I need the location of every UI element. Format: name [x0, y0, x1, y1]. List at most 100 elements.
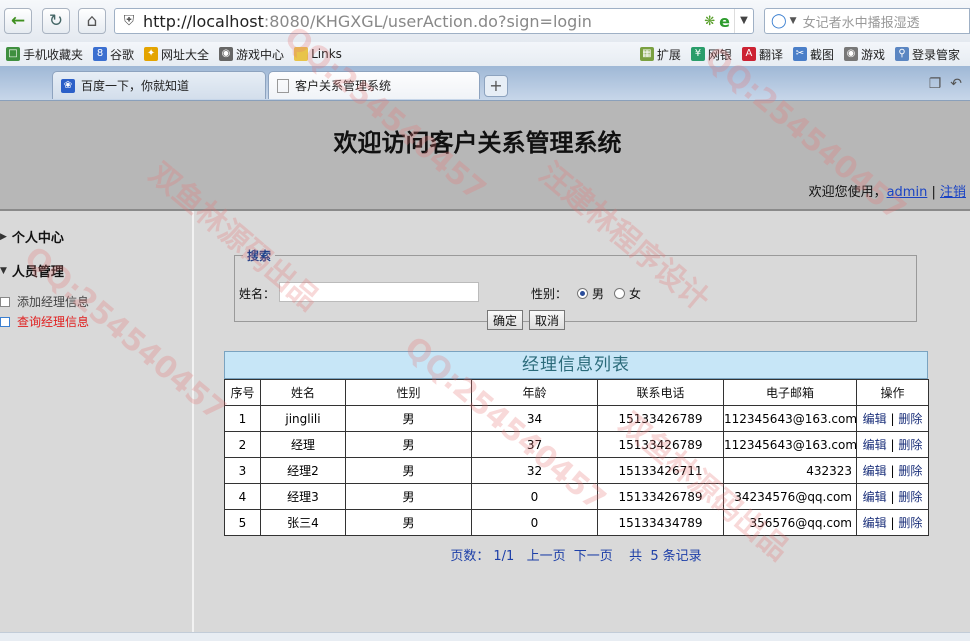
new-tab-button[interactable]: +: [484, 75, 508, 97]
total-prefix: 共: [629, 549, 643, 564]
shield-icon: ⛨: [123, 13, 135, 29]
separator: |: [931, 185, 936, 200]
col-header: 操作: [856, 379, 929, 406]
address-dropdown-icon[interactable]: ▼: [734, 9, 753, 33]
cell-no: 3: [224, 457, 261, 484]
chevron-down-icon[interactable]: ▼: [790, 16, 797, 26]
toolbar-screenshot[interactable]: ✂ 截图: [792, 46, 834, 63]
cell-no: 1: [224, 405, 261, 432]
cancel-button[interactable]: 取消: [529, 310, 565, 330]
separator: |: [890, 490, 895, 504]
logout-link[interactable]: 注销: [940, 185, 966, 200]
welcome-bar: 欢迎您使用，admin | 注销: [809, 181, 966, 200]
sidebar-item-label: 添加经理信息: [17, 295, 90, 309]
toolbar-login-manager[interactable]: ⚲ 登录管家: [894, 46, 960, 63]
browser-search-box[interactable]: ◯ ▼ 女记者水中播报湿透: [764, 8, 970, 34]
cell-gender: 男: [345, 457, 472, 484]
cell-gender: 男: [345, 431, 472, 458]
gender-female-radio[interactable]: [614, 288, 625, 299]
toolbar-extensions[interactable]: ▦ 扩展: [639, 46, 681, 63]
cell-name: jinglili: [260, 405, 346, 432]
toolbar-games[interactable]: ◉ 游戏: [843, 46, 885, 63]
tab-tools[interactable]: ❐ ↶: [929, 76, 962, 92]
total-suffix: 条记录: [662, 549, 702, 564]
cell-phone: 15133434789: [597, 509, 724, 536]
cell-age: 0: [471, 509, 598, 536]
cell-no: 5: [224, 509, 261, 536]
gamepad-icon: ◉: [219, 47, 234, 61]
web-page: 欢迎访问客户关系管理系统 欢迎您使用，admin | 注销 ▶ 个人中心 ▼ 人员管…: [0, 101, 970, 640]
cell-name: 经理: [260, 431, 346, 458]
cell-actions: 编辑 | 删除: [856, 483, 929, 510]
toolbar-translate[interactable]: A 翻译: [741, 46, 783, 63]
cell-gender: 男: [345, 509, 472, 536]
home-button[interactable]: ⌂: [78, 8, 106, 34]
edit-link[interactable]: 编辑: [863, 438, 887, 452]
folder-icon: [294, 47, 309, 61]
window-icon[interactable]: ❐: [929, 76, 942, 92]
table-row: 4 经理3 男 0 15133426789 34234576@qq.com 编辑…: [224, 483, 929, 510]
refresh-button[interactable]: ↻: [42, 8, 70, 34]
confirm-button[interactable]: 确定: [487, 310, 523, 330]
bookmark-games[interactable]: ◉ 游戏中心: [219, 46, 284, 63]
delete-link[interactable]: 删除: [898, 490, 922, 504]
bookmark-mobile[interactable]: □ 手机收藏夹: [6, 46, 83, 63]
menu-personal-center[interactable]: ▶ 个人中心: [0, 227, 64, 246]
caret-right-icon: ▶: [0, 231, 7, 242]
gender-female-label: 女: [629, 287, 642, 301]
cell-phone: 15133426789: [597, 405, 724, 432]
cell-email: 356576@qq.com: [723, 509, 857, 536]
delete-link[interactable]: 删除: [898, 438, 922, 452]
search-input[interactable]: 女记者水中播报湿透: [803, 12, 969, 31]
undo-icon[interactable]: ↶: [950, 76, 962, 92]
edit-link[interactable]: 编辑: [863, 490, 887, 504]
delete-link[interactable]: 删除: [898, 412, 922, 426]
url-host: http://localhost: [143, 11, 264, 31]
search-engine-icon[interactable]: ◯: [771, 13, 787, 29]
address-bar[interactable]: ⛨ http://localhost:8080/KHGXGL/userActio…: [114, 8, 754, 34]
translate-icon: A: [741, 47, 756, 61]
separator: |: [890, 438, 895, 452]
bookmark-label: Links: [311, 47, 342, 61]
edit-link[interactable]: 编辑: [863, 516, 887, 530]
list-title: 经理信息列表: [224, 351, 928, 379]
edit-link[interactable]: 编辑: [863, 412, 887, 426]
menu-staff-management[interactable]: ▼ 人员管理: [0, 261, 64, 280]
bookmark-links[interactable]: Links: [294, 47, 342, 61]
bookmark-google[interactable]: 8 谷歌: [93, 46, 134, 63]
toolbar-bank[interactable]: ¥ 网银: [690, 46, 732, 63]
cell-email: 112345643@163.com: [723, 431, 857, 458]
ie-mode-icon[interactable]: e: [719, 12, 730, 31]
tab-strip: ❀ 百度一下，你就知道 客户关系管理系统 + ❐ ↶: [0, 66, 970, 101]
col-header: 电子邮箱: [723, 379, 857, 406]
edit-link[interactable]: 编辑: [863, 464, 887, 478]
table-row: 3 经理2 男 32 15133426711 432323 编辑 | 删除: [224, 457, 929, 484]
cell-age: 34: [471, 405, 598, 432]
name-input[interactable]: [279, 282, 479, 302]
delete-link[interactable]: 删除: [898, 516, 922, 530]
tab-baidu[interactable]: ❀ 百度一下，你就知道: [52, 71, 266, 99]
cell-name: 经理3: [260, 483, 346, 510]
sidebar-item-query-manager[interactable]: 查询经理信息: [0, 313, 89, 330]
cell-name: 张三4: [260, 509, 346, 536]
next-page-link[interactable]: 下一页: [574, 549, 613, 564]
main-content: 搜索 姓名： 性别： 男 女 确定 取消 经理信息列表 序号 姓名 性别 年龄 …: [194, 211, 970, 640]
cell-no: 4: [224, 483, 261, 510]
gender-male-radio[interactable]: [577, 288, 588, 299]
name-label: 姓名：: [239, 287, 276, 301]
delete-link[interactable]: 删除: [898, 464, 922, 478]
home-icon: ⌂: [86, 11, 98, 31]
bullet-icon: [0, 296, 10, 307]
user-link[interactable]: admin: [887, 185, 928, 200]
tab-label: 百度一下，你就知道: [81, 79, 190, 93]
cell-age: 0: [471, 483, 598, 510]
prev-page-link[interactable]: 上一页: [527, 549, 566, 564]
url-text[interactable]: http://localhost:8080/KHGXGL/userAction.…: [143, 12, 704, 31]
sidebar-item-add-manager[interactable]: 添加经理信息: [0, 293, 89, 310]
toolbar-label: 翻译: [758, 47, 783, 62]
tab-crm[interactable]: 客户关系管理系统: [268, 71, 480, 99]
bookmark-sites[interactable]: ✦ 网址大全: [144, 46, 209, 63]
bullet-icon: [0, 316, 10, 327]
cell-email: 112345643@163.com: [723, 405, 857, 432]
back-button[interactable]: ←: [4, 8, 32, 34]
